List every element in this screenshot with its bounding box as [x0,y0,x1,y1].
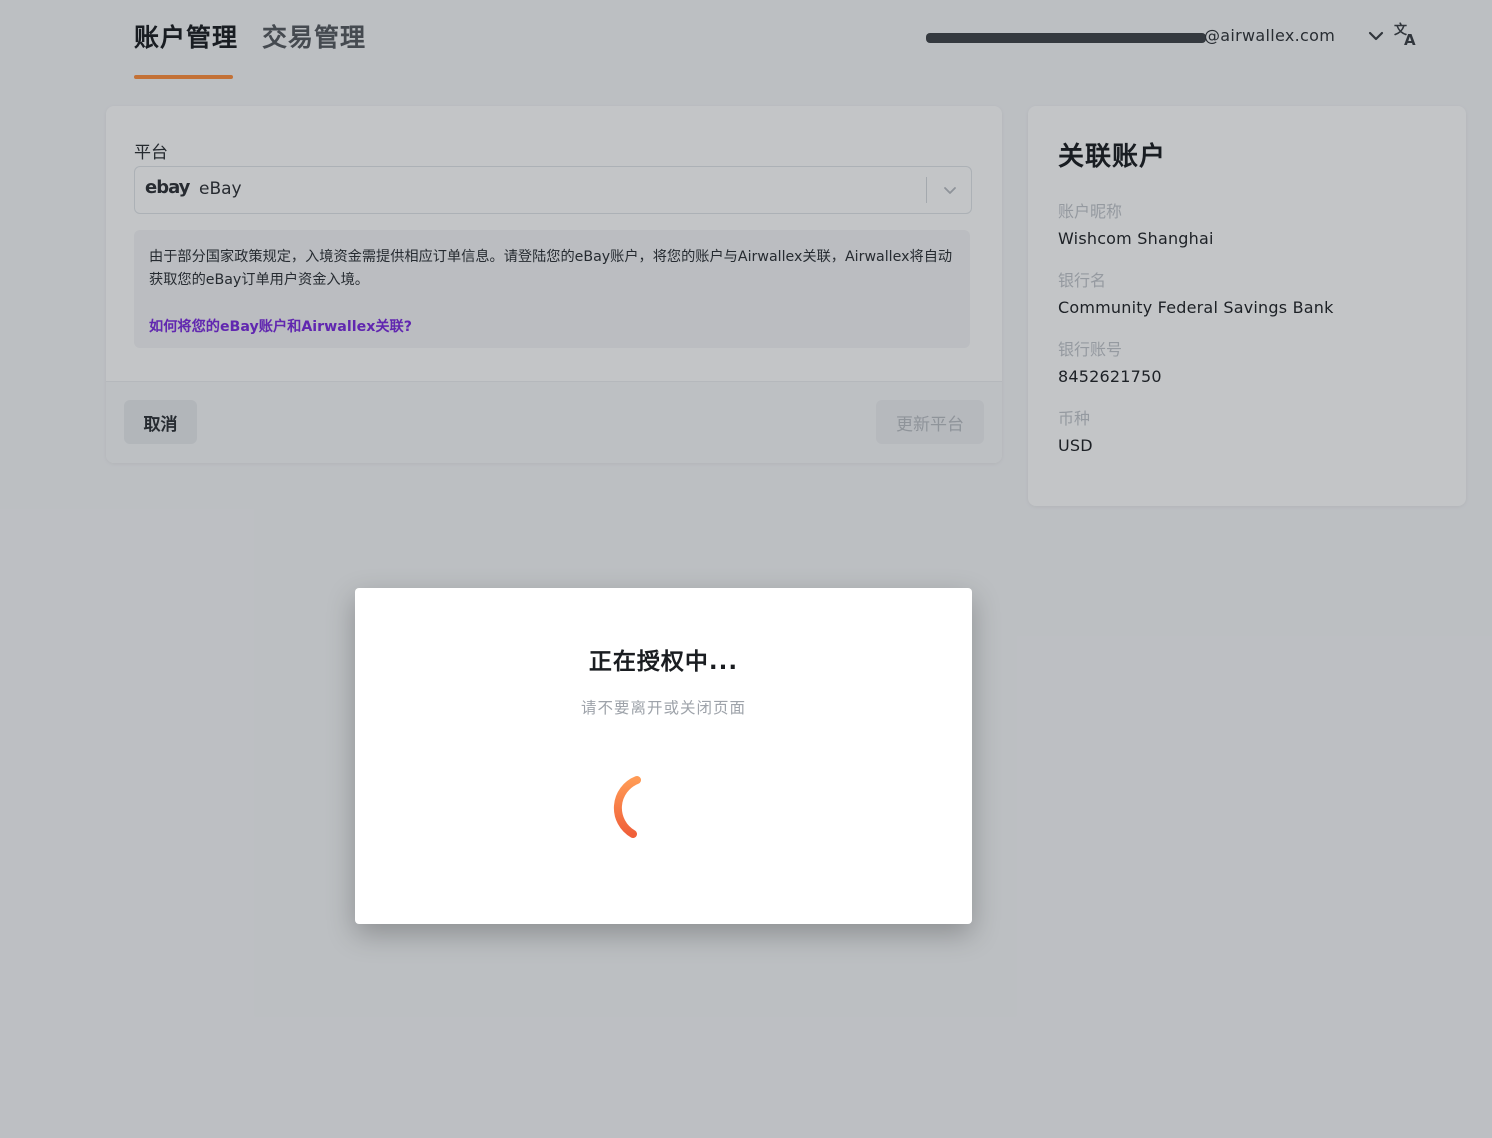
modal-title: 正在授权中... [588,649,739,675]
loading-spinner-icon [613,776,641,838]
page: 账户管理 交易管理 @airwallex.com 文 A 平台 ebay eBa… [0,0,1492,1138]
modal-backdrop [0,0,1492,1138]
modal-subtitle: 请不要离开或关闭页面 [580,699,746,717]
authorizing-modal: 正在授权中... 请不要离开或关闭页面 [355,588,972,924]
